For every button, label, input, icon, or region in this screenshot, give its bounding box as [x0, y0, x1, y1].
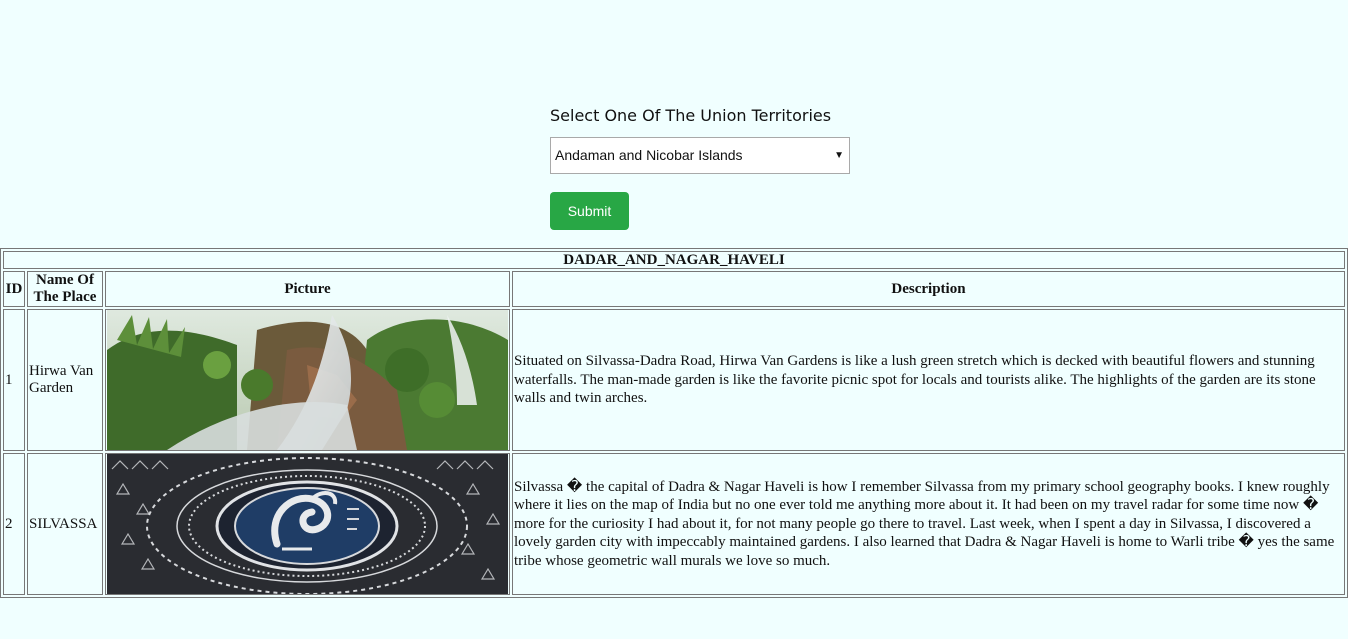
submit-button[interactable]: Submit	[550, 192, 629, 230]
header-picture: Picture	[105, 271, 510, 307]
territory-select-value: Andaman and Nicobar Islands	[555, 147, 743, 163]
row-id: 2	[3, 453, 25, 595]
table-title: DADAR_AND_NAGAR_HAVELI	[3, 251, 1345, 269]
row-id: 1	[3, 309, 25, 451]
chevron-down-icon: ▼	[834, 150, 844, 161]
header-name: Name Of The Place	[27, 271, 103, 307]
waterfall-garden-image	[107, 310, 508, 450]
places-table: DADAR_AND_NAGAR_HAVELI ID Name Of The Pl…	[0, 248, 1348, 598]
row-name: Hirwa Van Garden	[27, 309, 103, 451]
row-picture	[105, 453, 510, 595]
territory-select-label: Select One Of The Union Territories	[550, 106, 832, 125]
territory-select[interactable]: Andaman and Nicobar Islands ▼	[550, 137, 850, 174]
row-description: Situated on Silvassa-Dadra Road, Hirwa V…	[512, 309, 1345, 451]
row-name: SILVASSA	[27, 453, 103, 595]
header-description: Description	[512, 271, 1345, 307]
table-row: 1 Hirwa Van Garden Situated on Silvassa-…	[3, 309, 1345, 451]
header-id: ID	[3, 271, 25, 307]
territory-form: Select One Of The Union Territories Anda…	[550, 105, 850, 230]
table-row: 2 SILVASSA Silvassa � the capital of Dad…	[3, 453, 1345, 595]
row-picture	[105, 309, 510, 451]
row-description: Silvassa � the capital of Dadra & Nagar …	[512, 453, 1345, 595]
warli-art-image	[107, 454, 508, 594]
